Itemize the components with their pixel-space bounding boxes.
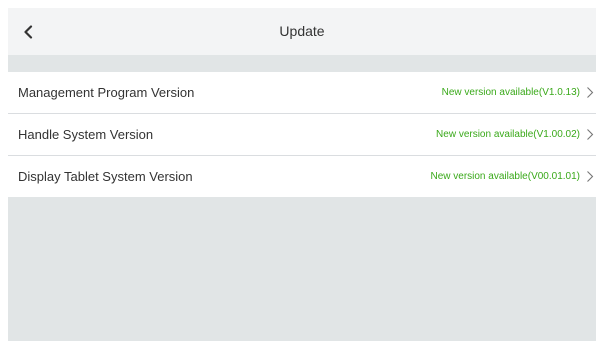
chevron-left-icon bbox=[23, 24, 33, 39]
page-title: Update bbox=[279, 23, 325, 39]
version-list: Management Program Version New version a… bbox=[8, 72, 596, 197]
update-status: New version available(V00.01.01) bbox=[430, 171, 580, 182]
content-panel: Update Management Program Version New ve… bbox=[8, 8, 596, 341]
chevron-right-icon bbox=[586, 128, 594, 141]
update-status: New version available(V1.0.13) bbox=[441, 87, 580, 98]
handle-system-version-row[interactable]: Handle System Version New version availa… bbox=[8, 114, 596, 156]
update-screen: Update Management Program Version New ve… bbox=[0, 0, 596, 341]
row-label: Display Tablet System Version bbox=[18, 169, 193, 184]
back-button[interactable] bbox=[8, 8, 48, 55]
row-label: Management Program Version bbox=[18, 85, 195, 100]
header-bar: Update bbox=[8, 8, 596, 55]
row-label: Handle System Version bbox=[18, 127, 154, 142]
display-tablet-system-version-row[interactable]: Display Tablet System Version New versio… bbox=[8, 156, 596, 197]
update-status: New version available(V1.00.02) bbox=[436, 129, 580, 140]
management-program-version-row[interactable]: Management Program Version New version a… bbox=[8, 72, 596, 114]
chevron-right-icon bbox=[586, 170, 594, 183]
chevron-right-icon bbox=[586, 86, 594, 99]
